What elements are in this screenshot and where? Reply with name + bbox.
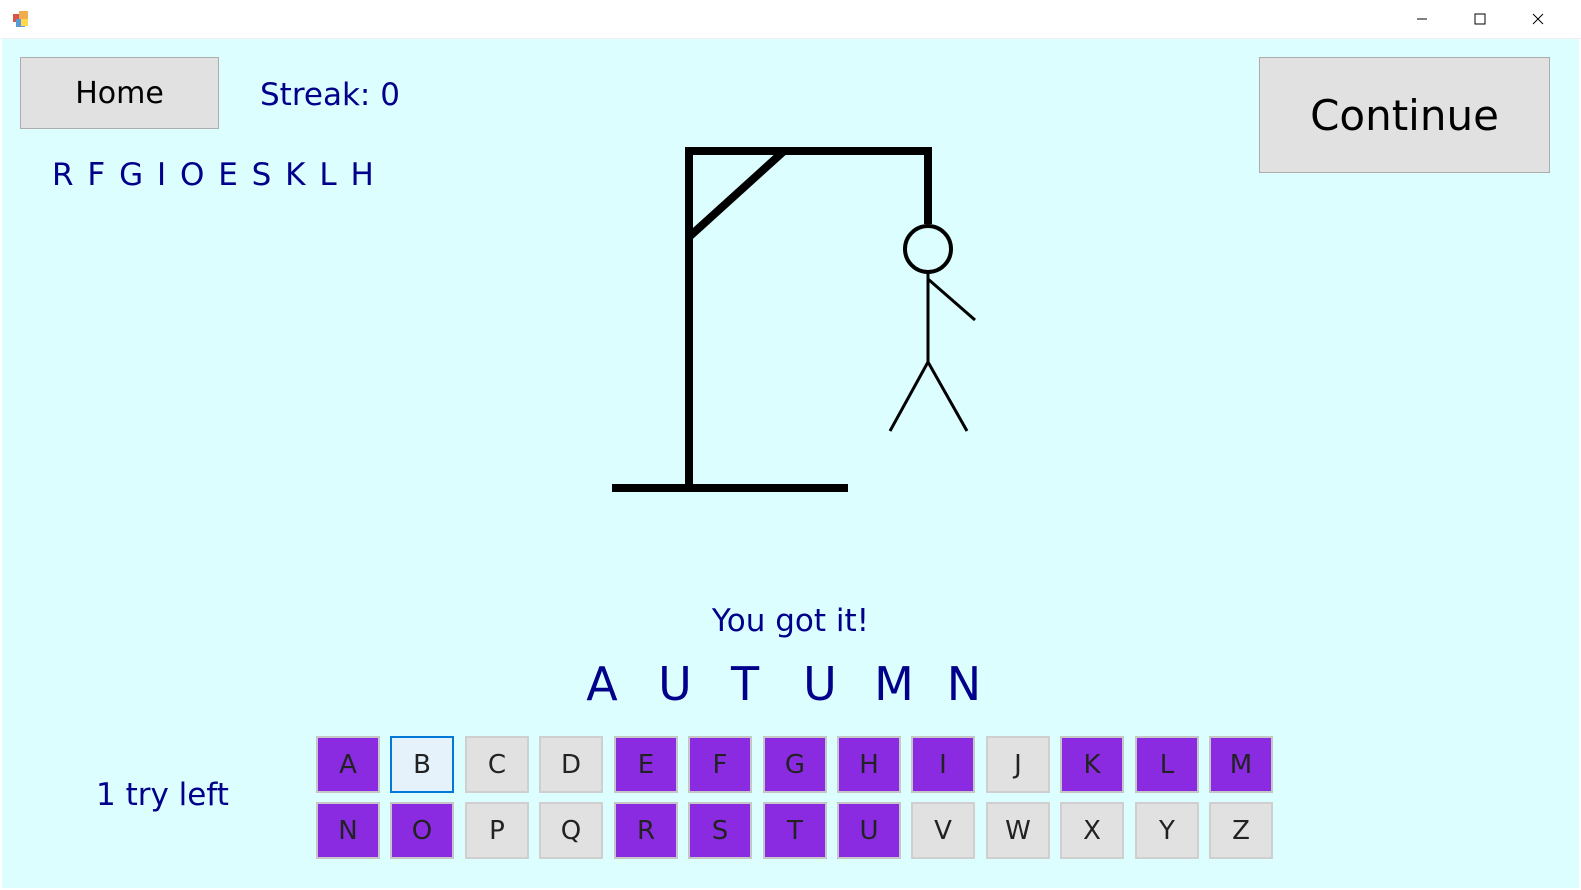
word-letter: M xyxy=(874,657,914,711)
key-j[interactable]: J xyxy=(986,736,1050,793)
tries-left-label: 1 try left xyxy=(96,777,229,813)
gallows xyxy=(612,147,932,492)
key-o[interactable]: O xyxy=(390,802,454,859)
key-m[interactable]: M xyxy=(1209,736,1273,793)
key-e[interactable]: E xyxy=(614,736,678,793)
key-s[interactable]: S xyxy=(688,802,752,859)
maximize-button[interactable] xyxy=(1452,0,1508,38)
close-button[interactable] xyxy=(1510,0,1566,38)
word-letter: N xyxy=(946,657,982,711)
key-x[interactable]: X xyxy=(1060,802,1124,859)
key-i[interactable]: I xyxy=(911,736,975,793)
key-y[interactable]: Y xyxy=(1135,802,1199,859)
key-z[interactable]: Z xyxy=(1209,802,1273,859)
key-l[interactable]: L xyxy=(1135,736,1199,793)
word-letter: U xyxy=(803,657,837,711)
word-letter: T xyxy=(730,657,760,711)
key-d[interactable]: D xyxy=(539,736,603,793)
key-u[interactable]: U xyxy=(837,802,901,859)
key-h[interactable]: H xyxy=(837,736,901,793)
word-display: A U T U M N xyxy=(2,657,1579,717)
key-w[interactable]: W xyxy=(986,802,1050,859)
key-t[interactable]: T xyxy=(763,802,827,859)
word-letter: U xyxy=(658,657,692,711)
game-area: Home Streak: 0 R F G I O E S K L H Conti… xyxy=(2,39,1579,888)
minimize-button[interactable] xyxy=(1394,0,1450,38)
maximize-icon xyxy=(1474,13,1486,25)
stick-figure xyxy=(888,224,976,432)
key-k[interactable]: K xyxy=(1060,736,1124,793)
minimize-icon xyxy=(1417,18,1427,20)
close-icon xyxy=(1532,13,1544,25)
title-bar xyxy=(0,0,1581,39)
result-message: You got it! xyxy=(711,603,870,639)
key-a[interactable]: A xyxy=(316,736,380,793)
key-b[interactable]: B xyxy=(390,736,454,793)
key-n[interactable]: N xyxy=(316,802,380,859)
key-p[interactable]: P xyxy=(465,802,529,859)
key-r[interactable]: R xyxy=(614,802,678,859)
key-v[interactable]: V xyxy=(911,802,975,859)
key-c[interactable]: C xyxy=(465,736,529,793)
key-q[interactable]: Q xyxy=(539,802,603,859)
word-letter: A xyxy=(586,657,618,711)
app-icon xyxy=(13,11,28,27)
key-g[interactable]: G xyxy=(763,736,827,793)
hangman-drawing xyxy=(612,147,976,492)
key-f[interactable]: F xyxy=(688,736,752,793)
